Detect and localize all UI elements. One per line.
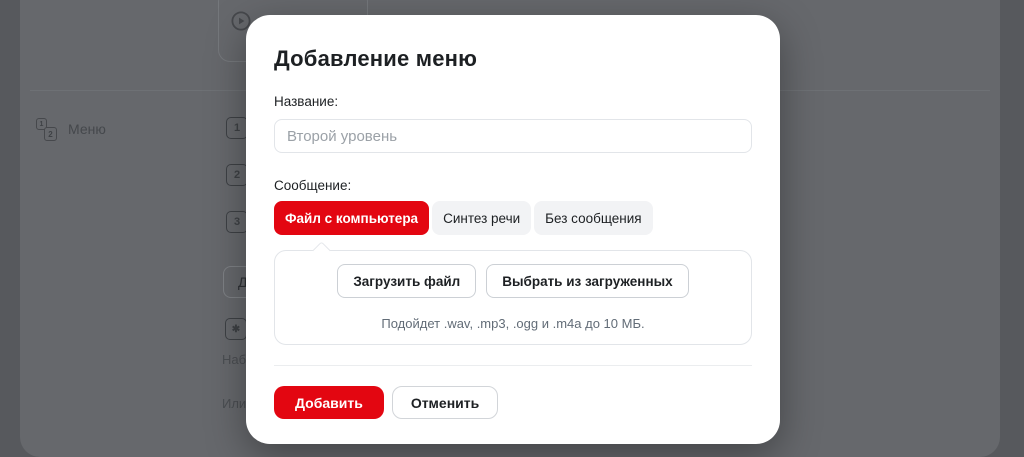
page-background: 1 2 Меню 1 2 3 Д ✱ Наб Или Добавление ме… <box>0 0 1024 457</box>
message-field-label: Сообщение: <box>274 177 752 194</box>
background-clipped-text-top: Наб <box>222 352 246 367</box>
name-field-label: Название: <box>274 93 752 110</box>
modal-footer: Добавить Отменить <box>274 386 752 419</box>
background-clipped-text-bottom: Или <box>222 396 246 411</box>
digit-key-3-icon: 3 <box>226 211 248 233</box>
footer-divider <box>274 365 752 366</box>
file-upload-panel: Загрузить файл Выбрать из загруженных По… <box>274 250 752 345</box>
tab-file-from-computer[interactable]: Файл с компьютера <box>274 201 429 235</box>
level-2-square: 2 <box>44 127 57 141</box>
digit-key-2-icon: 2 <box>226 164 248 186</box>
tab-speech-synthesis[interactable]: Синтез речи <box>432 201 531 235</box>
upload-file-button[interactable]: Загрузить файл <box>337 264 476 298</box>
file-format-hint: Подойдет .wav, .mp3, .ogg и .m4a до 10 М… <box>275 316 751 331</box>
add-button[interactable]: Добавить <box>274 386 384 419</box>
panel-pointer-tail <box>312 241 330 259</box>
sidebar-item-menu: 1 2 Меню <box>36 112 196 146</box>
asterisk-key-icon: ✱ <box>225 318 247 340</box>
add-menu-modal: Добавление меню Название: Сообщение: Фай… <box>246 15 780 444</box>
tab-no-message[interactable]: Без сообщения <box>534 201 652 235</box>
name-input[interactable] <box>274 119 752 153</box>
menu-levels-icon: 1 2 <box>36 118 58 142</box>
choose-uploaded-button[interactable]: Выбрать из загруженных <box>486 264 688 298</box>
sidebar-item-label: Меню <box>68 121 106 137</box>
modal-title: Добавление меню <box>274 46 752 72</box>
cancel-button[interactable]: Отменить <box>392 386 498 419</box>
digit-key-1-icon: 1 <box>226 117 248 139</box>
message-type-tabs: Файл с компьютера Синтез речи Без сообще… <box>274 201 752 235</box>
